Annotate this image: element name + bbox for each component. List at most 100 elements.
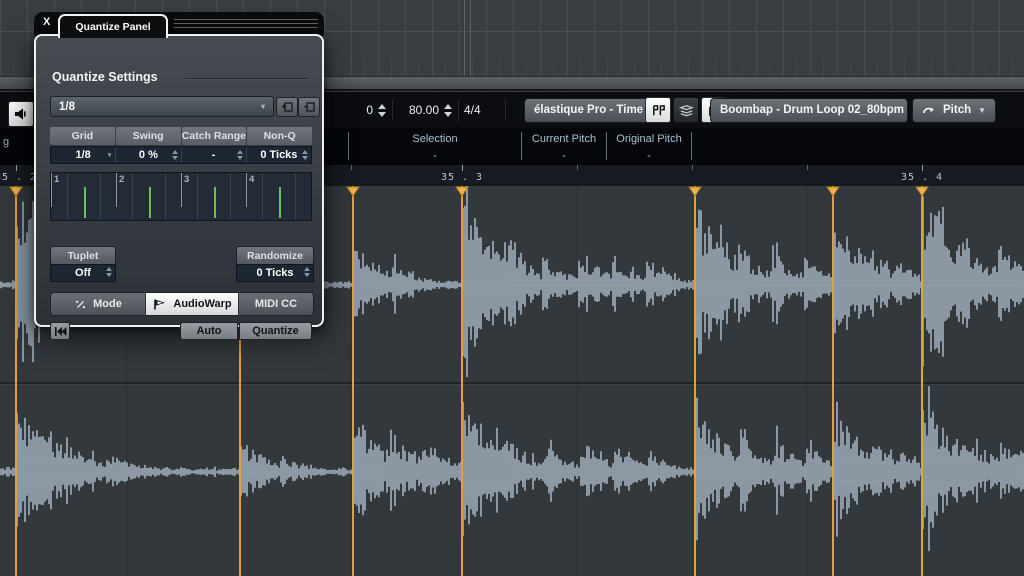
swing-header[interactable]: Swing [115, 127, 181, 145]
sub-line [164, 173, 166, 220]
waveform-lane [0, 386, 1024, 552]
close-button[interactable]: X [43, 16, 50, 28]
tempo-field[interactable]: 80.00 [396, 92, 458, 128]
beat-number: 1 [54, 174, 60, 185]
remove-preset-button[interactable] [298, 97, 320, 117]
warp-marker-handle[interactable] [9, 186, 23, 197]
ruler-sub-tick [577, 165, 578, 170]
chevron-down-icon: ▾ [260, 102, 265, 111]
timesig-field[interactable]: 4/4 [464, 92, 502, 128]
warp-marker-handle[interactable] [346, 186, 360, 197]
beat-line [311, 173, 312, 207]
speaker-icon [15, 108, 26, 120]
randomize-button[interactable]: Randomize [236, 246, 314, 265]
ruler-beat-tick [16, 165, 17, 171]
nonq-stepper[interactable] [302, 150, 308, 160]
grid-value[interactable]: 1/8 ▾ [51, 147, 117, 163]
nonq-value[interactable]: 0 Ticks [247, 147, 311, 163]
drag-grip[interactable] [174, 19, 318, 31]
warp-marker-handle[interactable] [826, 186, 840, 197]
preset-value: 1/8 [59, 100, 75, 113]
clip-name-dropdown[interactable]: Boombap - Drum Loop 02_80bpm ▼ [710, 97, 919, 123]
info-item-selection: Selection - [412, 133, 458, 162]
audiowarp-icon [154, 299, 166, 309]
warp-marker-handle[interactable] [455, 186, 469, 197]
catch-range-header[interactable]: Catch Range [181, 127, 247, 145]
offset-stepper[interactable] [378, 103, 386, 117]
warp-marker-handle[interactable] [915, 186, 929, 197]
quantize-panel: X Quantize Panel Quantize Settings 1/8 ▾ [34, 12, 324, 340]
quantize-columns-header: Grid Swing Catch Range Non-Q [50, 127, 312, 145]
tab-midicc[interactable]: MIDI CC [239, 293, 313, 315]
ruler-beat-tick [922, 165, 923, 171]
randomize-stepper[interactable] [304, 267, 310, 277]
nonq-header[interactable]: Non-Q [247, 127, 312, 145]
quantize-target-line [278, 187, 281, 219]
chevron-down-icon: ▼ [978, 105, 987, 115]
ruler-sub-tick [692, 165, 693, 170]
info-item-original-pitch: Original Pitch - [616, 133, 682, 162]
pitch-label: Pitch [943, 104, 972, 116]
catch-range-value[interactable]: - [182, 147, 247, 163]
audition-button[interactable] [8, 101, 34, 127]
beat-line [116, 173, 117, 207]
beat-line [246, 173, 247, 207]
tab-audiowarp[interactable]: AudioWarp [146, 293, 239, 315]
chevron-down-icon: ▾ [107, 152, 112, 159]
layers-button[interactable] [673, 97, 699, 123]
separator [505, 99, 506, 121]
swing-stepper[interactable] [171, 150, 178, 160]
warp-marker-handle[interactable] [688, 186, 702, 197]
sub-line [294, 173, 296, 220]
quantize-target-line [213, 187, 216, 219]
mode-tabs: Mode AudioWarp MIDI CC [50, 292, 314, 316]
clip-name: Boombap - Drum Loop 02_80bpm [720, 104, 905, 116]
algorithm-dropdown[interactable]: élastique Pro - Time ▼ [524, 97, 662, 123]
remove-preset-icon [303, 102, 315, 112]
info-divider [521, 132, 522, 160]
tab-mode[interactable]: Mode [51, 293, 146, 315]
tempo-value: 80.00 [408, 103, 439, 117]
tempo-stepper[interactable] [444, 103, 452, 117]
beat-line [181, 173, 182, 207]
save-preset-button[interactable] [276, 97, 298, 117]
add-preset-icon [281, 102, 293, 112]
beat-line [51, 173, 52, 207]
pitch-dropdown-wrap: Pitch ▼ [912, 92, 997, 128]
panel-tab[interactable]: Quantize Panel [58, 14, 168, 38]
sub-line [262, 173, 264, 220]
ruler-label: 35 . 3 [440, 172, 484, 183]
catch-range-stepper[interactable] [236, 150, 243, 160]
auto-button[interactable]: Auto [180, 322, 238, 340]
grid-header[interactable]: Grid [50, 127, 115, 145]
randomize-value[interactable]: 0 Ticks [236, 264, 314, 282]
beat-number: 2 [119, 174, 125, 185]
algorithm-value: élastique Pro - Time [534, 104, 644, 116]
pitch-dropdown[interactable]: Pitch ▼ [912, 97, 997, 123]
layers-icon [678, 104, 694, 116]
warp-tab-button[interactable] [645, 97, 671, 123]
clipped-label-fragment: g [3, 136, 10, 148]
quantize-target-line [83, 187, 86, 219]
info-divider [606, 132, 607, 160]
quantize-apply-button[interactable]: Quantize [239, 322, 312, 340]
ruler-sub-tick [351, 165, 352, 170]
tuplet-stepper[interactable] [106, 267, 112, 277]
tuplet-value[interactable]: Off [50, 264, 116, 282]
beat-number: 3 [184, 174, 190, 185]
info-item-current-pitch: Current Pitch - [531, 133, 597, 162]
arrange-barline [464, 0, 471, 76]
preset-dropdown[interactable]: 1/8 ▾ [50, 96, 274, 117]
tuplet-button[interactable]: Tuplet [50, 246, 116, 265]
sub-line [197, 173, 199, 220]
sub-line [67, 173, 69, 220]
sub-line [99, 173, 101, 220]
info-divider [691, 132, 692, 160]
section-heading: Quantize Settings [52, 70, 158, 84]
timesig-value: 4/4 [464, 103, 481, 117]
mode-icon [75, 300, 86, 308]
offset-field[interactable]: 0 [340, 92, 392, 128]
reset-button[interactable] [50, 322, 70, 340]
swing-value[interactable]: 0 % [116, 147, 182, 163]
quantize-grid-preview: 1 2 3 4 [50, 172, 312, 221]
